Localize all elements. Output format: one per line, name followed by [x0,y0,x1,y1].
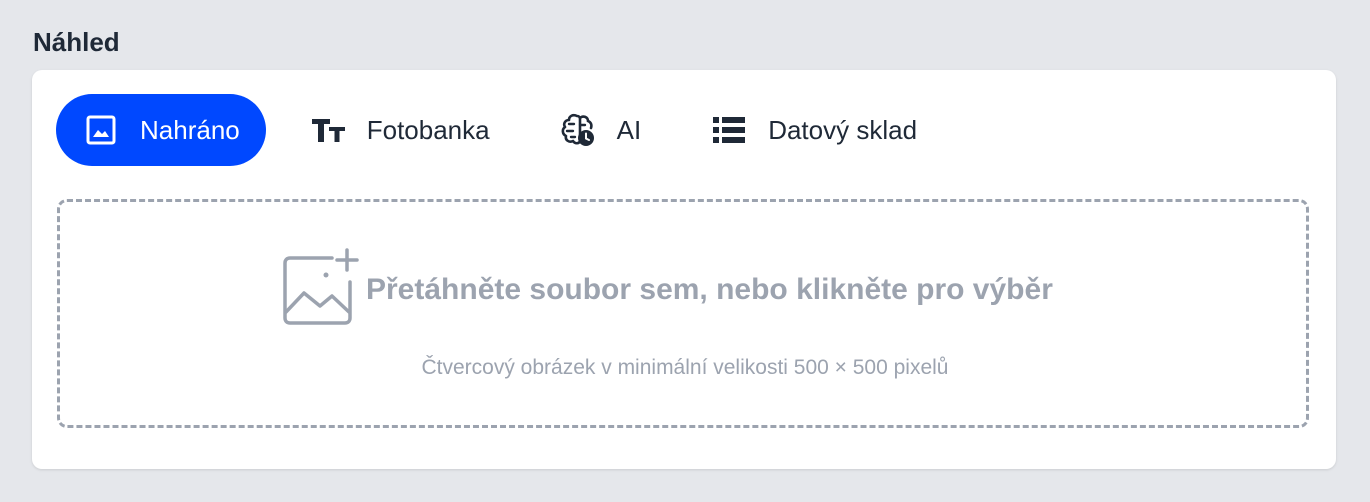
list-icon [711,112,747,148]
tab-uploaded-label: Nahráno [140,114,240,145]
tab-uploaded[interactable]: Nahráno [56,94,266,166]
tab-ai[interactable]: AI [532,94,670,166]
tab-ai-label: AI [616,114,642,145]
tab-data-warehouse[interactable]: Datový sklad [683,94,945,166]
image-icon [83,112,119,148]
preview-card: Nahráno Fotobanka AI Datový sklad Přetáh… [32,70,1336,469]
file-dropzone[interactable]: Přetáhněte soubor sem, nebo klikněte pro… [57,199,1309,428]
image-plus-icon [282,246,360,326]
tab-fotobanka-label: Fotobanka [366,114,490,145]
dropzone-main: Přetáhněte soubor sem, nebo klikněte pro… [282,246,1053,326]
text-size-icon [310,112,346,148]
tab-fotobanka[interactable]: Fotobanka [282,94,518,166]
dropzone-hint: Čtvercový obrázek v minimální velikosti … [421,356,949,379]
dropzone-title: Přetáhněte soubor sem, nebo klikněte pro… [366,273,1053,306]
tab-data-warehouse-label: Datový sklad [768,114,918,145]
section-title: Náhled [33,27,120,57]
source-tabs: Nahráno Fotobanka AI Datový sklad [56,94,945,166]
brain-clock-icon [560,112,596,148]
